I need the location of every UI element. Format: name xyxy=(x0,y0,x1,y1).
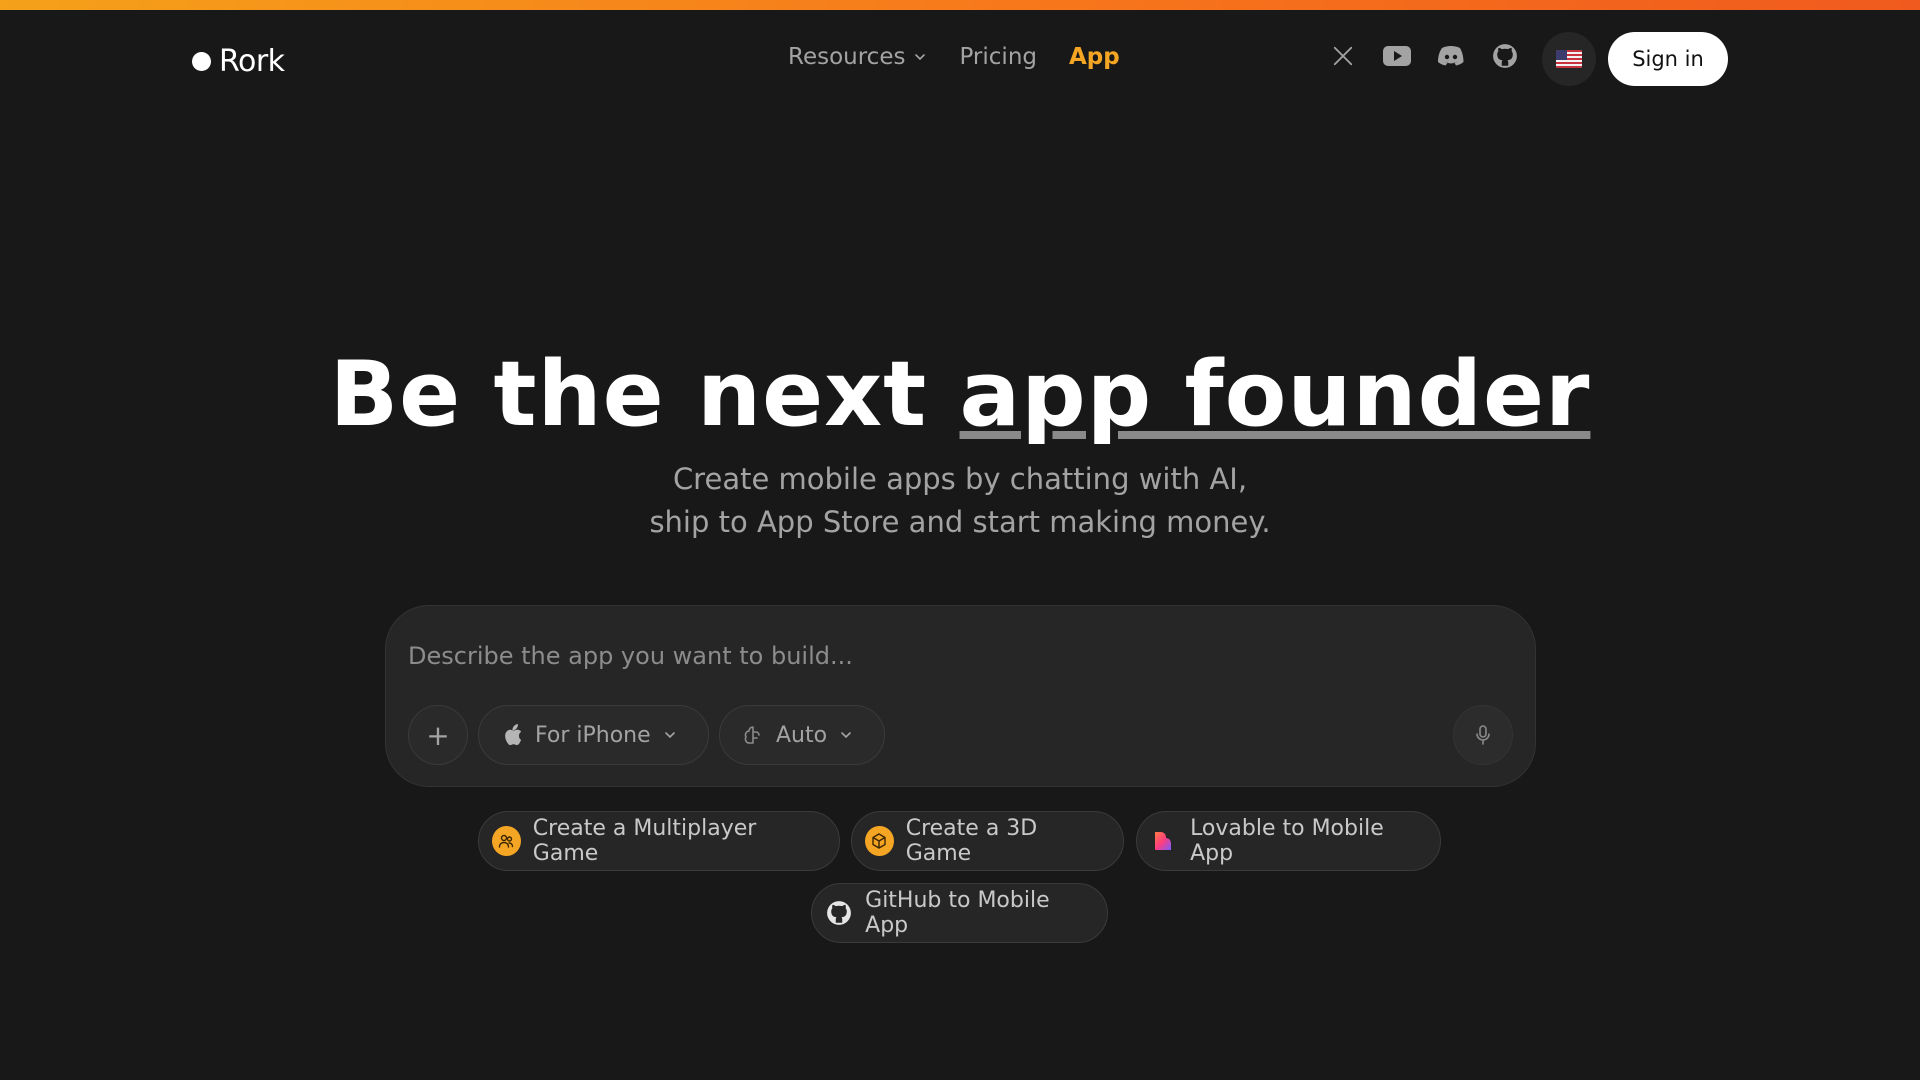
main-nav: Resources Pricing App xyxy=(788,44,1120,70)
sign-in-button[interactable]: Sign in xyxy=(1608,32,1728,86)
subtitle-line: Create mobile apps by chatting with AI, xyxy=(672,462,1248,496)
suggestion-label: Lovable to Mobile App xyxy=(1190,816,1384,866)
us-flag-icon xyxy=(1556,50,1582,68)
microphone-icon xyxy=(1476,725,1490,745)
suggestion-label: GitHub to Mobile App xyxy=(865,888,1050,938)
prompt-composer: + For iPhone Auto xyxy=(385,605,1536,787)
logo-dot-icon xyxy=(192,52,211,71)
brand-name: Rork xyxy=(219,44,285,79)
social-links xyxy=(1328,41,1520,71)
top-accent-bar xyxy=(0,0,1920,10)
language-selector[interactable] xyxy=(1542,32,1596,86)
github-icon xyxy=(825,898,853,928)
apple-icon xyxy=(505,724,522,746)
nav-item-label: App xyxy=(1069,44,1120,70)
voice-input-button[interactable] xyxy=(1453,705,1513,765)
nav-item-pricing[interactable]: Pricing xyxy=(959,44,1037,70)
discord-icon[interactable] xyxy=(1436,41,1466,71)
nav-item-label: Pricing xyxy=(959,44,1037,70)
brand-logo[interactable]: Rork xyxy=(192,44,285,79)
suggestion-chip-lovable[interactable]: Lovable to Mobile App xyxy=(1136,811,1441,871)
cube-icon xyxy=(865,826,894,856)
platform-selector[interactable]: For iPhone xyxy=(478,705,709,765)
hero-title-underlined: app founder xyxy=(959,342,1591,447)
add-attachment-button[interactable]: + xyxy=(408,705,468,765)
users-icon xyxy=(492,826,521,856)
brain-icon xyxy=(744,726,760,744)
nav-item-label: Resources xyxy=(788,44,906,70)
plus-icon: + xyxy=(426,718,450,752)
hero-subtitle: Create mobile apps by chatting with AI, … xyxy=(0,458,1920,544)
site-header: Rork Resources Pricing App Sign in xyxy=(0,10,1920,106)
model-label: Auto xyxy=(776,722,828,748)
platform-label: For iPhone xyxy=(535,722,651,748)
chevron-down-icon xyxy=(841,732,851,739)
github-icon[interactable] xyxy=(1490,41,1520,71)
lovable-heart-icon xyxy=(1150,826,1178,856)
subtitle-line: ship to App Store and start making money… xyxy=(649,505,1271,539)
nav-item-resources[interactable]: Resources xyxy=(788,44,927,70)
x-icon[interactable] xyxy=(1328,41,1358,71)
model-selector[interactable]: Auto xyxy=(719,705,885,765)
chevron-down-icon xyxy=(915,54,926,61)
suggestion-chip-github[interactable]: GitHub to Mobile App xyxy=(811,883,1108,943)
prompt-input[interactable] xyxy=(408,636,1508,676)
hero-title-plain: Be the next xyxy=(329,342,960,447)
suggestion-chip-3d-game[interactable]: Create a 3D Game xyxy=(851,811,1124,871)
suggestion-label: Create a Multiplayer Game xyxy=(532,816,757,866)
suggestion-chip-multiplayer[interactable]: Create a Multiplayer Game xyxy=(478,811,840,871)
hero-title: Be the next app founder xyxy=(0,340,1920,450)
suggestion-label: Create a 3D Game xyxy=(905,816,1038,866)
nav-item-app[interactable]: App xyxy=(1069,44,1120,70)
youtube-icon[interactable] xyxy=(1382,41,1412,71)
chevron-down-icon xyxy=(664,732,675,739)
